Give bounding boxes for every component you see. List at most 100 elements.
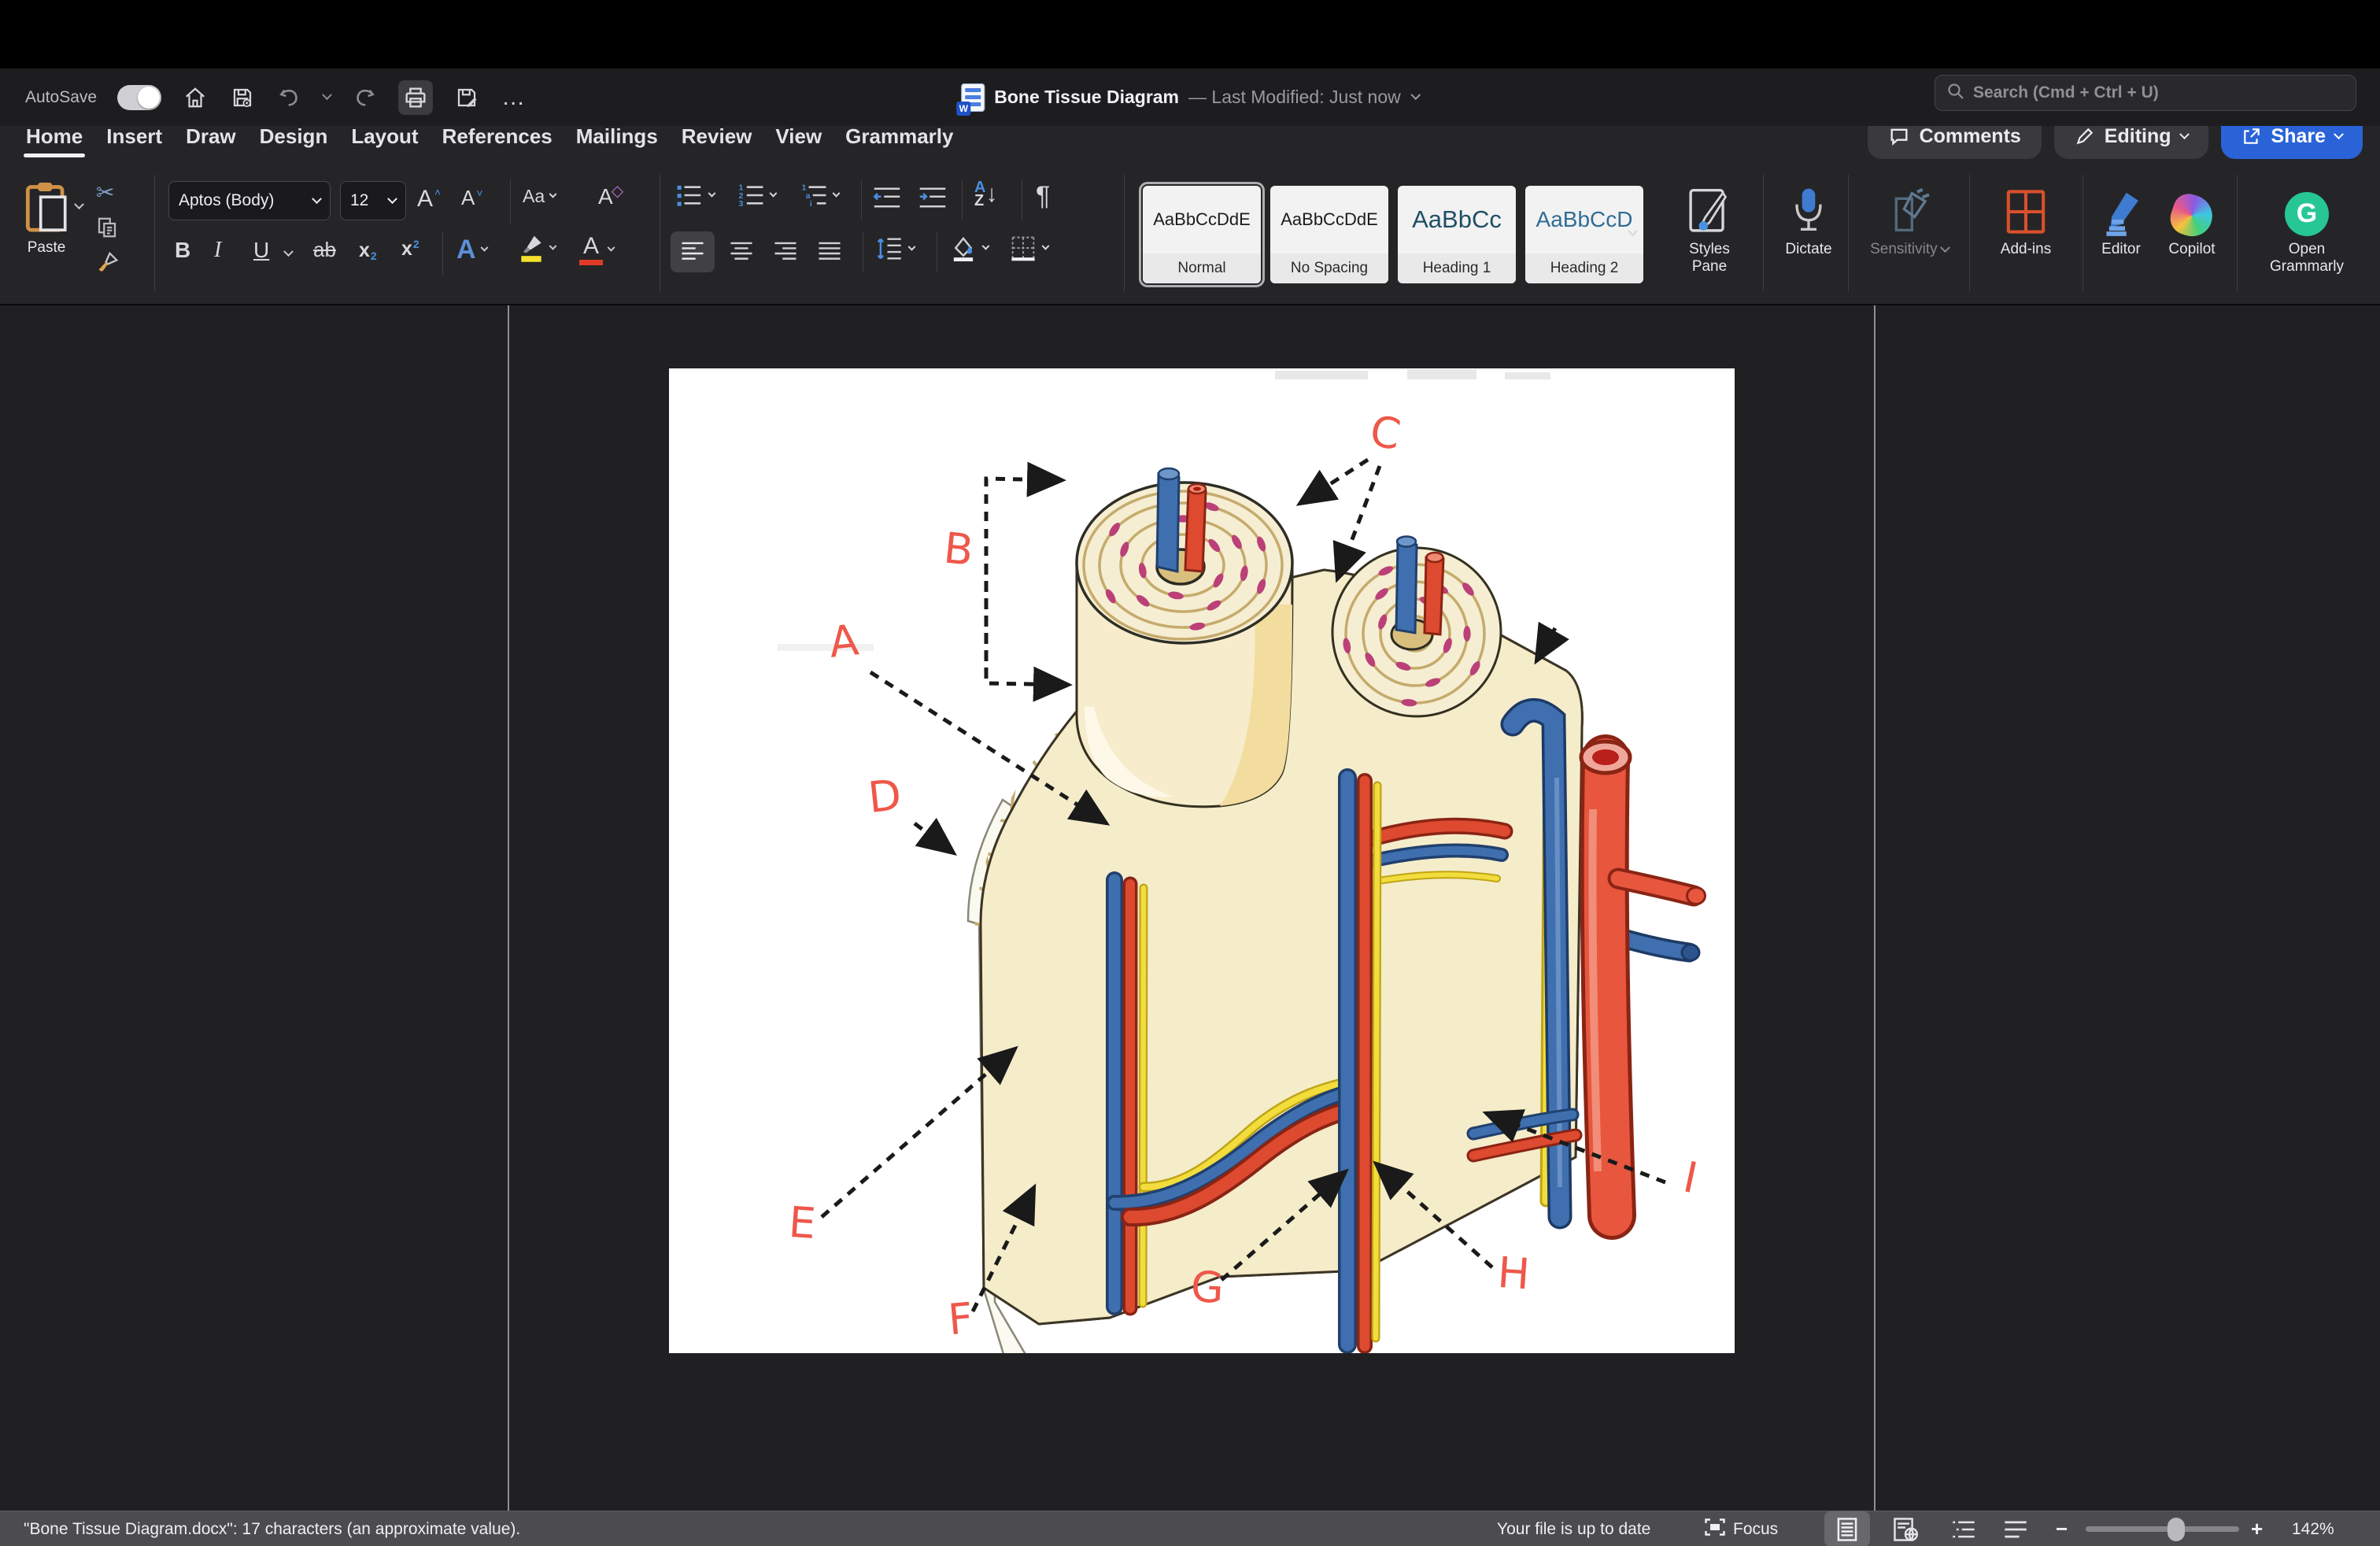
zoom-level[interactable]: 142% xyxy=(2292,1511,2334,1546)
last-modified-label: — Last Modified: Just now xyxy=(1188,87,1401,108)
borders-button[interactable] xyxy=(1009,235,1048,261)
print-layout-view-button[interactable] xyxy=(1824,1511,1870,1546)
sensitivity-icon xyxy=(1886,178,1933,236)
comments-button[interactable]: Comments xyxy=(1868,126,2042,159)
font-name-select[interactable]: Aptos (Body) xyxy=(168,181,331,220)
styles-pane-button[interactable]: StylesPane xyxy=(1667,178,1752,276)
tab-view[interactable]: View xyxy=(763,126,833,160)
font-color-button[interactable]: A xyxy=(579,235,614,265)
autosave-toggle[interactable] xyxy=(117,85,161,110)
undo-chevron-icon[interactable] xyxy=(322,90,332,100)
align-right-button[interactable] xyxy=(765,231,806,272)
editor-button[interactable]: Editor xyxy=(2092,178,2150,258)
style-normal[interactable]: AaBbCcDdENormal xyxy=(1143,186,1261,283)
word-count-status[interactable]: "Bone Tissue Diagram.docx": 17 character… xyxy=(24,1511,520,1546)
ink-letter-A: A xyxy=(826,615,860,668)
redo-icon[interactable] xyxy=(351,84,378,111)
copy-icon[interactable] xyxy=(96,216,118,239)
tab-review[interactable]: Review xyxy=(670,126,764,160)
line-spacing-button[interactable] xyxy=(875,236,915,261)
status-bar: "Bone Tissue Diagram.docx": 17 character… xyxy=(0,1511,2380,1546)
zoom-out-button[interactable]: − xyxy=(2056,1511,2068,1546)
open-grammarly-button[interactable]: G OpenGrammarly xyxy=(2256,178,2358,276)
focus-icon xyxy=(1705,1518,1725,1540)
editor-icon xyxy=(2100,178,2142,236)
document-title-area[interactable]: W Bone Tissue Diagram — Last Modified: J… xyxy=(961,68,1419,126)
style-heading-1[interactable]: AaBbCcHeading 1 xyxy=(1398,186,1516,283)
subscript-button[interactable]: x2 xyxy=(359,239,377,262)
sensitivity-button[interactable]: Sensitivity xyxy=(1862,178,1957,258)
pilcrow-button[interactable]: ¶ xyxy=(1036,181,1050,212)
search-input[interactable] xyxy=(1973,83,2345,102)
format-painter-icon[interactable] xyxy=(96,250,120,274)
paste-chevron-icon[interactable] xyxy=(74,199,84,209)
document-title: Bone Tissue Diagram xyxy=(994,87,1179,108)
word-document-icon: W xyxy=(961,83,985,112)
zoom-slider-knob[interactable] xyxy=(2168,1518,2185,1541)
underline-chevron-icon[interactable] xyxy=(283,246,294,257)
editing-button[interactable]: Editing xyxy=(2054,126,2208,159)
dictate-button[interactable]: Dictate xyxy=(1776,178,1842,258)
highlight-button[interactable] xyxy=(518,233,556,263)
document-page[interactable]: ABCDEFGHI xyxy=(669,368,1735,1353)
shrink-font-button[interactable]: A˅ xyxy=(461,186,483,210)
strikethrough-button[interactable]: ab xyxy=(313,238,336,262)
addins-button[interactable]: Add-ins xyxy=(1986,178,2065,258)
underline-button[interactable]: U xyxy=(253,238,269,263)
document-canvas[interactable]: ABCDEFGHI xyxy=(0,305,2380,1511)
italic-button[interactable]: I xyxy=(214,238,221,263)
zoom-slider[interactable] xyxy=(2086,1526,2239,1532)
save-icon[interactable] xyxy=(229,84,256,111)
bold-button[interactable]: B xyxy=(175,238,190,263)
multilevel-list-button[interactable]: 1ai xyxy=(800,183,839,208)
grow-font-button[interactable]: A˄ xyxy=(417,186,441,213)
font-size-select[interactable]: 12 xyxy=(340,181,406,220)
search-icon xyxy=(1946,82,1965,105)
decrease-indent-button[interactable] xyxy=(872,186,902,209)
share-button[interactable]: Share xyxy=(2221,126,2363,159)
style-heading-2[interactable]: AaBbCcDHeading 2 xyxy=(1525,186,1643,283)
comments-label: Comments xyxy=(1920,126,2021,148)
tab-design[interactable]: Design xyxy=(248,126,340,160)
undo-icon[interactable] xyxy=(276,84,303,111)
ribbon: Paste ✂ Aptos (Body) 12 A˄ A˅ Aa A◇ B I … xyxy=(0,162,2380,305)
shading-button[interactable] xyxy=(949,235,989,261)
clear-formatting-button[interactable]: A◇ xyxy=(598,184,623,209)
justify-button[interactable] xyxy=(809,231,850,272)
tab-insert[interactable]: Insert xyxy=(94,126,174,160)
ink-letter-B: B xyxy=(941,523,975,575)
align-left-button[interactable] xyxy=(671,231,715,272)
align-center-button[interactable] xyxy=(721,231,762,272)
paste-button[interactable]: Paste xyxy=(22,176,71,257)
increase-indent-button[interactable] xyxy=(918,186,948,209)
clipboard-icon xyxy=(22,176,71,235)
change-case-button[interactable]: Aa xyxy=(523,186,556,207)
outline-view-button[interactable] xyxy=(1941,1511,1986,1546)
tab-references[interactable]: References xyxy=(431,126,564,160)
copilot-button[interactable]: Copilot xyxy=(2156,178,2227,258)
tab-mailings[interactable]: Mailings xyxy=(564,126,670,160)
cut-icon[interactable]: ✂ xyxy=(96,179,114,205)
tab-grammarly[interactable]: Grammarly xyxy=(833,126,965,160)
style-no-spacing[interactable]: AaBbCcDdENo Spacing xyxy=(1270,186,1388,283)
tab-home[interactable]: Home xyxy=(14,126,94,160)
bullets-button[interactable] xyxy=(675,183,715,208)
title-chevron-icon[interactable] xyxy=(1410,90,1421,100)
tab-layout[interactable]: Layout xyxy=(339,126,430,160)
home-icon[interactable] xyxy=(182,84,209,111)
save-as-icon[interactable] xyxy=(453,84,480,111)
more-options-icon[interactable]: … xyxy=(501,84,527,111)
zoom-in-button[interactable]: + xyxy=(2251,1511,2263,1546)
tab-draw[interactable]: Draw xyxy=(174,126,248,160)
focus-toggle[interactable]: Focus xyxy=(1705,1511,1778,1546)
superscript-button[interactable]: x2 xyxy=(401,238,419,261)
numbering-button[interactable]: 123 xyxy=(737,183,776,208)
ink-letter-C: C xyxy=(1366,405,1404,460)
print-icon[interactable] xyxy=(398,80,433,115)
sort-button[interactable]: AZ ↓ xyxy=(974,181,997,208)
search-box[interactable] xyxy=(1935,75,2356,111)
text-effects-button[interactable]: A xyxy=(456,235,487,265)
web-layout-view-button[interactable] xyxy=(1883,1511,1928,1546)
draft-view-button[interactable] xyxy=(1993,1511,2038,1546)
title-bar: AutoSave … xyxy=(0,68,2380,126)
